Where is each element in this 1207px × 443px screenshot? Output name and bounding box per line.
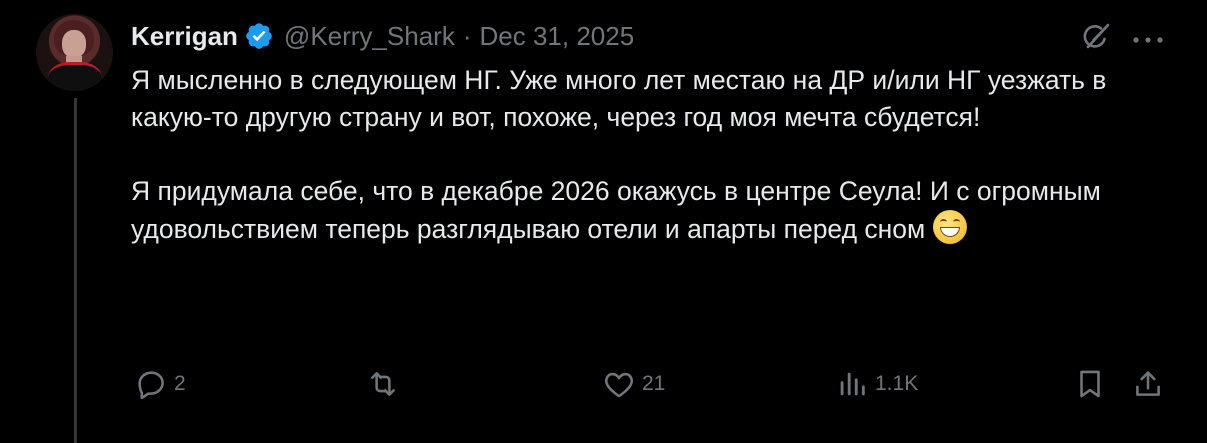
reply-button[interactable]: 2 — [134, 367, 186, 401]
repost-button[interactable] — [366, 367, 406, 401]
separator: · — [462, 20, 472, 51]
views-count: 1.1K — [875, 372, 919, 395]
tweet-paragraph-1: Я мысленно в следующем НГ. Уже много лет… — [131, 65, 1107, 132]
reply-icon — [134, 367, 168, 401]
tweet-date[interactable]: Dec 31, 2025 — [480, 21, 635, 52]
verified-badge-icon[interactable] — [244, 21, 274, 51]
avatar[interactable] — [36, 14, 113, 91]
bookmark-icon — [1073, 367, 1107, 401]
action-bar: 2 21 1.1K — [0, 363, 1207, 403]
tweet[interactable]: Kerrigan @Kerry_Shark · Dec 31, 2025 Я м… — [0, 0, 1207, 443]
author-name[interactable]: Kerrigan — [131, 21, 238, 52]
tweet-text: Я мысленно в следующем НГ. Уже много лет… — [131, 62, 1151, 248]
reply-count: 2 — [174, 372, 186, 395]
tweet-header: Kerrigan @Kerry_Shark · Dec 31, 2025 — [131, 19, 634, 53]
tweet-paragraph-2: Я придумала себе, что в декабре 2026 ока… — [131, 173, 1151, 248]
share-icon — [1131, 367, 1165, 401]
grok-icon[interactable] — [1079, 20, 1113, 54]
bookmark-button[interactable] — [1073, 367, 1107, 401]
like-count: 21 — [642, 372, 666, 395]
like-button[interactable]: 21 — [602, 367, 665, 401]
views-button[interactable]: 1.1K — [835, 367, 918, 401]
views-icon — [835, 367, 869, 401]
more-options-icon[interactable] — [1131, 32, 1165, 43]
like-icon — [602, 367, 636, 401]
repost-icon — [366, 367, 400, 401]
author-handle[interactable]: @Kerry_Shark — [284, 21, 455, 52]
grinning-face-emoji-icon — [933, 210, 968, 244]
share-button[interactable] — [1131, 367, 1165, 401]
